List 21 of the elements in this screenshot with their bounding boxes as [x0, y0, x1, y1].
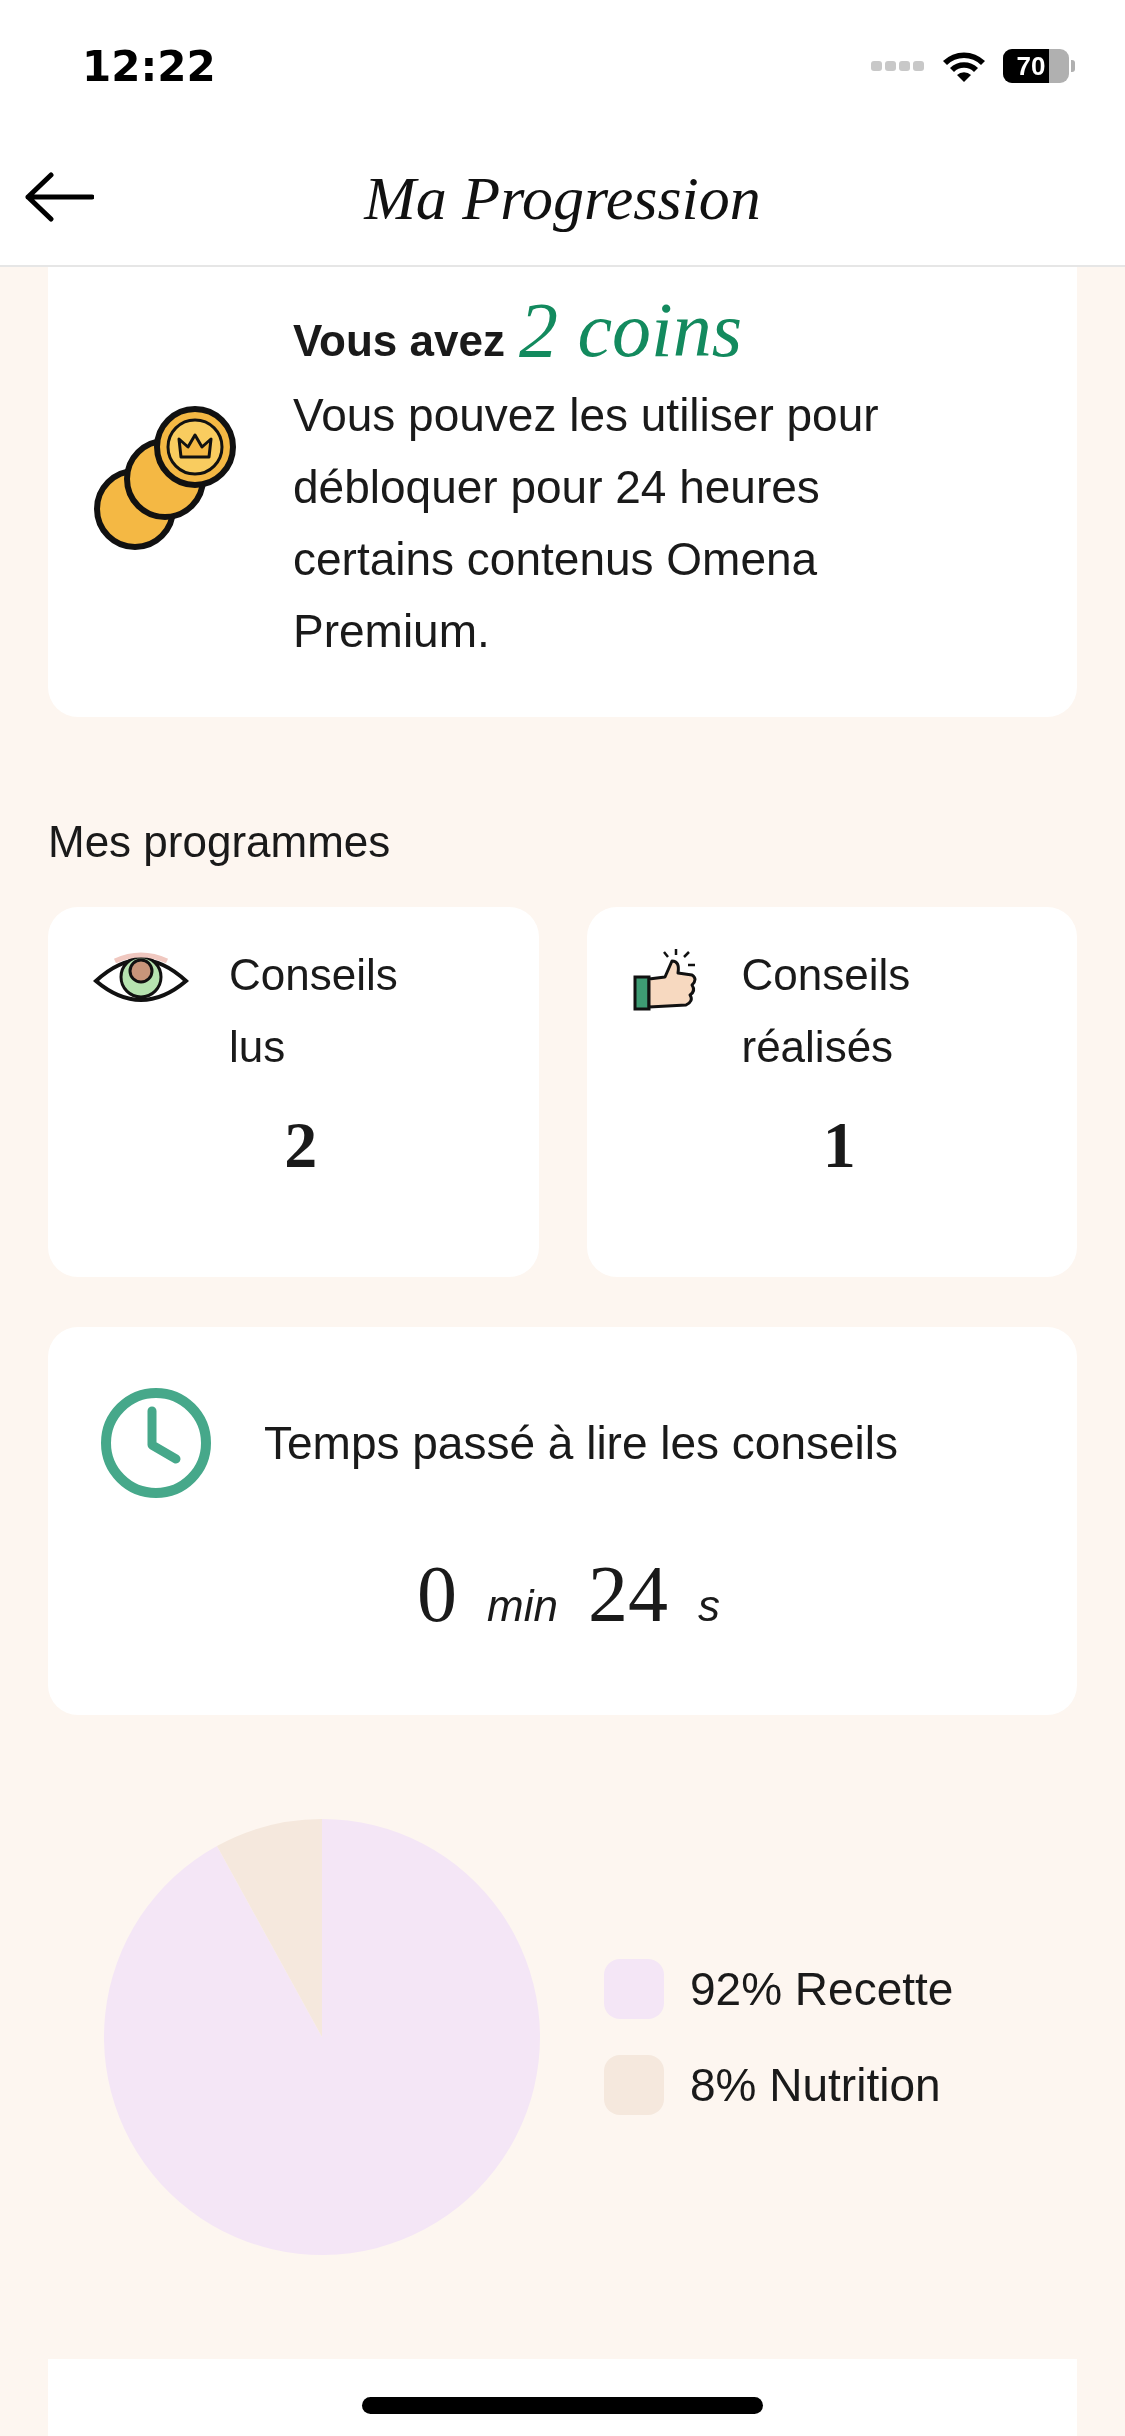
stat-value: 1 [822, 1107, 856, 1183]
back-button[interactable] [24, 172, 94, 222]
stat-label: Conseils lus [229, 949, 399, 1073]
seconds-value: 24 [587, 1549, 668, 1640]
page-title: Ma Progression [364, 163, 761, 234]
seconds-unit: s [697, 1581, 720, 1631]
clock-icon [100, 1387, 212, 1499]
minutes-unit: min [487, 1581, 558, 1631]
stat-value: 2 [284, 1107, 318, 1183]
signal-icon [871, 59, 925, 73]
coins-amount: 2 coins [518, 285, 743, 375]
status-time: 12:22 [82, 41, 216, 91]
coins-heading: Vous avez [293, 316, 505, 366]
legend-label: 8% Nutrition [690, 2058, 941, 2112]
stat-label: Conseils réalisés [741, 949, 912, 1073]
wifi-icon [941, 49, 987, 83]
time-label: Temps passé à lire les conseils [264, 1416, 899, 1470]
section-title: Mes programmes [48, 817, 392, 867]
coins-description: Vous pouvez les utiliser pour débloquer pour 24 heures certains contenus Omena Premium. [293, 388, 880, 659]
minutes-value: 0 [417, 1549, 458, 1640]
legend-label: 92% Recette [690, 1962, 954, 2016]
